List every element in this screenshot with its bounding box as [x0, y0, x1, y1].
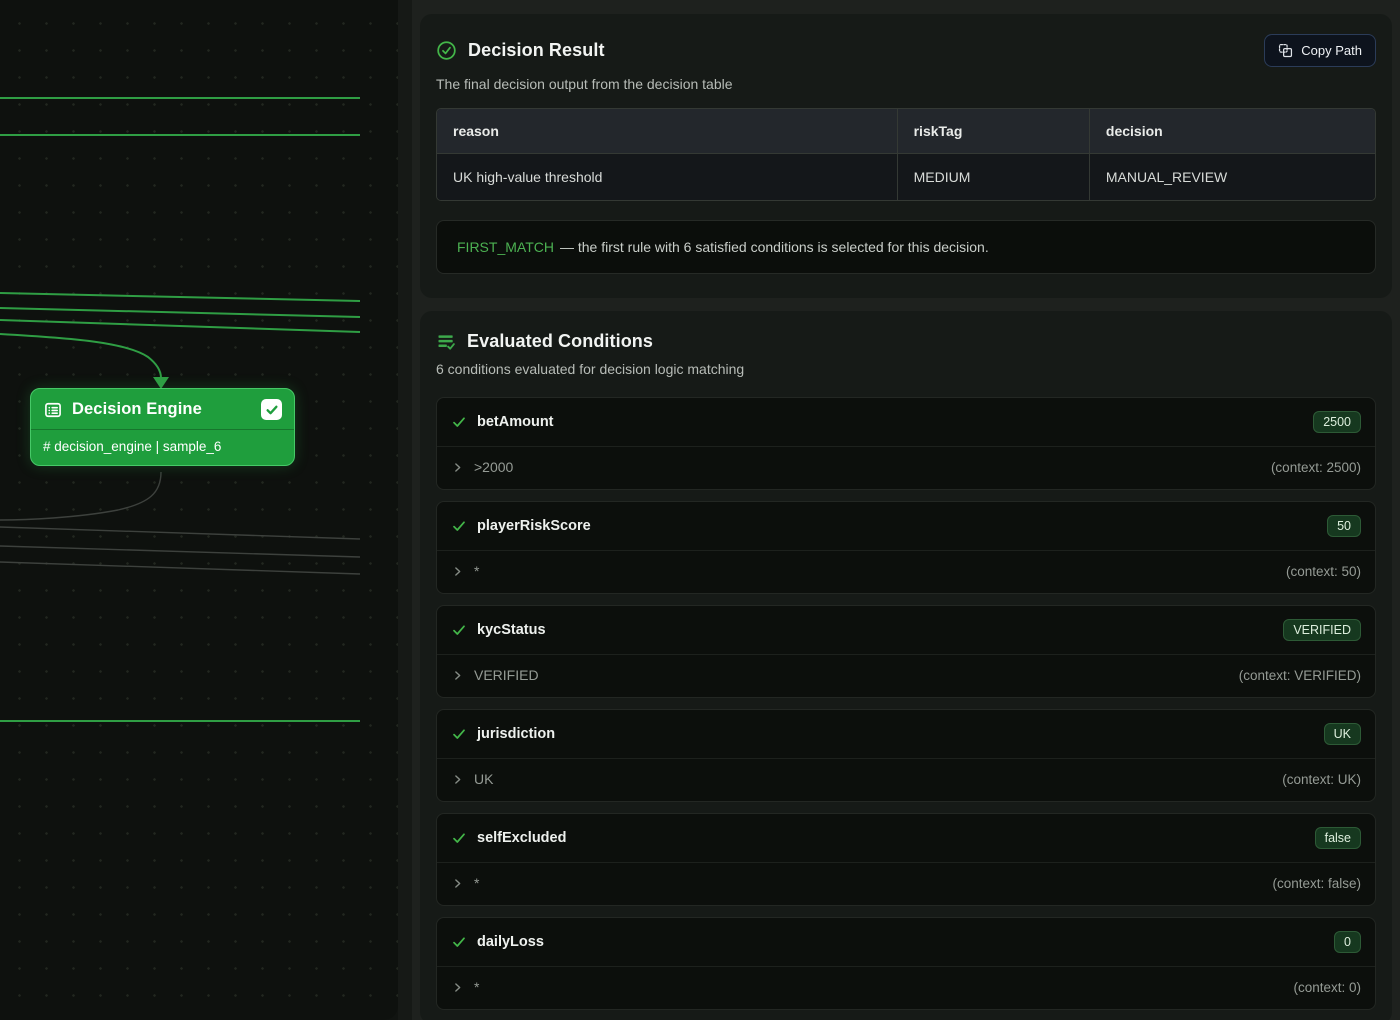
condition-name: selfExcluded: [477, 830, 1305, 846]
table-row: UK high-value threshold MEDIUM MANUAL_RE…: [437, 154, 1375, 200]
condition-name: kycStatus: [477, 622, 1273, 638]
condition-value-badge: 0: [1334, 931, 1361, 953]
condition-context: (context: 2500): [1271, 460, 1361, 475]
cell-decision: MANUAL_REVIEW: [1089, 154, 1375, 200]
condition-card-kycstatus: kycStatus VERIFIED VERIFIED (context: VE…: [436, 605, 1376, 698]
check-icon: [451, 830, 467, 846]
table-list-icon: [43, 400, 63, 420]
decision-result-title: Decision Result: [468, 40, 605, 61]
condition-context: (context: UK): [1282, 772, 1361, 787]
condition-expand-row[interactable]: VERIFIED (context: VERIFIED): [437, 654, 1375, 697]
condition-rule: UK: [474, 771, 493, 787]
check-icon: [451, 414, 467, 430]
copy-path-button[interactable]: Copy Path: [1264, 34, 1376, 67]
match-policy-note: FIRST_MATCH — the first rule with 6 satis…: [436, 220, 1376, 274]
flow-edges: [0, 0, 398, 1020]
condition-context: (context: 0): [1293, 980, 1361, 995]
condition-card-jurisdiction: jurisdiction UK UK (context: UK): [436, 709, 1376, 802]
condition-card-playerriskscore: playerRiskScore 50 * (context: 50): [436, 501, 1376, 594]
condition-rule: >2000: [474, 459, 513, 475]
condition-value-badge: VERIFIED: [1283, 619, 1361, 641]
condition-context: (context: false): [1272, 876, 1361, 891]
condition-expand-row[interactable]: * (context: 0): [437, 966, 1375, 1009]
details-panel[interactable]: Decision Result Copy Path The final deci…: [412, 0, 1400, 1020]
condition-card-betamount: betAmount 2500 >2000 (context: 2500): [436, 397, 1376, 490]
condition-rule: *: [474, 875, 479, 891]
evaluated-conditions-section: Evaluated Conditions 6 conditions evalua…: [420, 311, 1392, 1020]
list-check-icon: [436, 332, 456, 352]
condition-expand-row[interactable]: >2000 (context: 2500): [437, 446, 1375, 489]
condition-rule: VERIFIED: [474, 667, 539, 683]
copy-path-label: Copy Path: [1301, 43, 1362, 58]
condition-card-dailyloss: dailyLoss 0 * (context: 0): [436, 917, 1376, 1010]
decision-result-section: Decision Result Copy Path The final deci…: [420, 14, 1392, 298]
condition-rule: *: [474, 979, 479, 995]
match-policy-text: — the first rule with 6 satisfied condit…: [560, 239, 989, 255]
condition-card-selfexcluded: selfExcluded false * (context: false): [436, 813, 1376, 906]
check-icon: [451, 934, 467, 950]
evaluated-conditions-title: Evaluated Conditions: [467, 331, 653, 352]
cell-reason: UK high-value threshold: [437, 154, 897, 200]
decision-result-table: reason riskTag decision UK high-value th…: [436, 108, 1376, 201]
evaluated-conditions-subtitle: 6 conditions evaluated for decision logi…: [436, 361, 1376, 377]
column-header-reason: reason: [437, 109, 897, 154]
node-checkbox-checked-icon[interactable]: [261, 399, 282, 420]
condition-name: playerRiskScore: [477, 518, 1317, 534]
node-title: Decision Engine: [72, 400, 252, 419]
match-policy-keyword: FIRST_MATCH: [457, 239, 554, 255]
chevron-right-icon: [451, 669, 464, 682]
condition-value-badge: false: [1315, 827, 1361, 849]
condition-name: betAmount: [477, 414, 1303, 430]
node-subtitle: # decision_engine | sample_6: [31, 430, 294, 465]
cell-risktag: MEDIUM: [897, 154, 1089, 200]
column-header-risktag: riskTag: [897, 109, 1089, 154]
chevron-right-icon: [451, 565, 464, 578]
condition-name: dailyLoss: [477, 934, 1324, 950]
condition-expand-row[interactable]: * (context: false): [437, 862, 1375, 905]
copy-icon: [1278, 43, 1293, 58]
flow-canvas[interactable]: Decision Engine # decision_engine | samp…: [0, 0, 398, 1020]
decision-result-subtitle: The final decision output from the decis…: [436, 76, 1376, 92]
chevron-right-icon: [451, 461, 464, 474]
condition-value-badge: 2500: [1313, 411, 1361, 433]
condition-value-badge: UK: [1324, 723, 1361, 745]
column-header-decision: decision: [1089, 109, 1375, 154]
condition-value-badge: 50: [1327, 515, 1361, 537]
chevron-right-icon: [451, 981, 464, 994]
condition-expand-row[interactable]: * (context: 50): [437, 550, 1375, 593]
condition-context: (context: VERIFIED): [1239, 668, 1361, 683]
check-icon: [451, 622, 467, 638]
condition-expand-row[interactable]: UK (context: UK): [437, 758, 1375, 801]
check-circle-icon: [436, 40, 457, 61]
chevron-right-icon: [451, 877, 464, 890]
app-window: Decision Engine # decision_engine | samp…: [0, 0, 1400, 1020]
condition-list: betAmount 2500 >2000 (context: 2500) pla…: [436, 397, 1376, 1010]
condition-context: (context: 50): [1286, 564, 1361, 579]
pane-divider[interactable]: [398, 0, 412, 1020]
condition-rule: *: [474, 563, 479, 579]
decision-engine-node[interactable]: Decision Engine # decision_engine | samp…: [30, 388, 295, 466]
check-icon: [451, 518, 467, 534]
condition-name: jurisdiction: [477, 726, 1314, 742]
check-icon: [451, 726, 467, 742]
chevron-right-icon: [451, 773, 464, 786]
